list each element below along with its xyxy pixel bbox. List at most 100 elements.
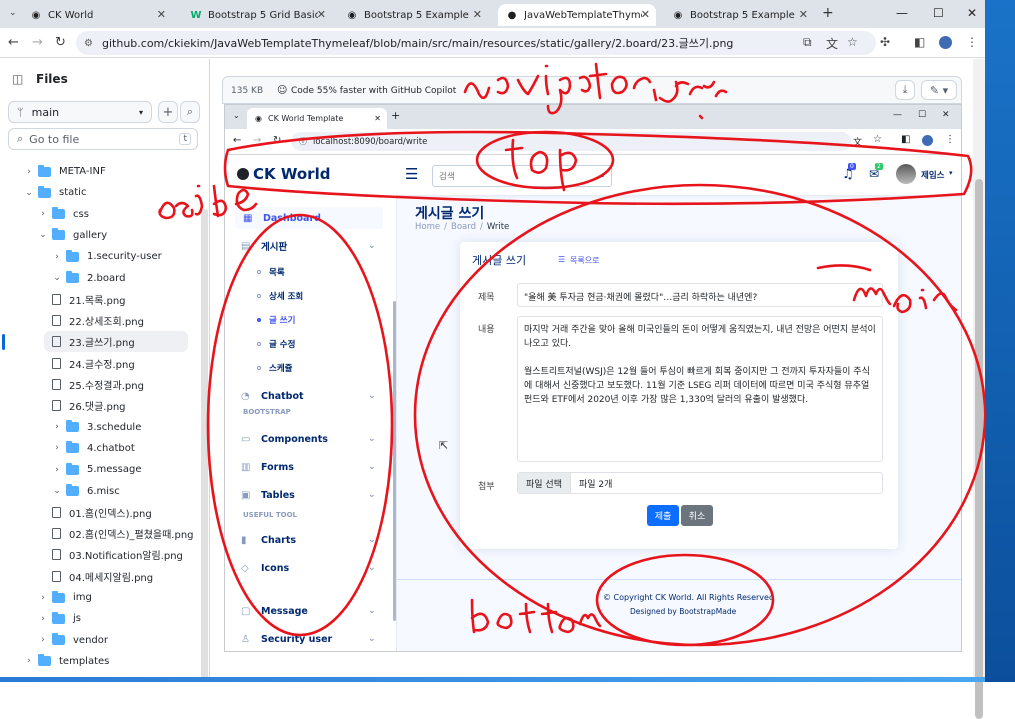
- card-title: 게시글 쓰기: [472, 254, 527, 267]
- tree-folder[interactable]: › 4.chatbot: [0, 438, 196, 459]
- sidebar-item-message[interactable]: ▢ Message ⌄: [241, 600, 376, 622]
- sidebar-item-components[interactable]: ▭ Components ⌄: [241, 428, 376, 450]
- url-field[interactable]: github.com/ckiekim/JavaWebTemplateThymel…: [76, 31, 876, 55]
- close-tab-icon[interactable]: ✕: [157, 8, 166, 21]
- sidebar-subitem[interactable]: 상세 조회: [257, 287, 303, 305]
- folder-icon: [38, 654, 51, 667]
- content-textarea[interactable]: 마지막 거래 주간을 맞아 올해 미국인들의 돈이 어떻게 움직였는지, 내년 …: [517, 316, 883, 462]
- tree-file[interactable]: 26.댓글.png: [0, 395, 196, 416]
- tree-folder[interactable]: › 5.message: [0, 459, 196, 480]
- close-tab-icon[interactable]: ✕: [641, 8, 650, 21]
- add-file-button[interactable]: +: [158, 101, 178, 123]
- sidebar-item-dashboard[interactable]: ▦ Dashboard: [235, 207, 383, 229]
- minimize-icon[interactable]: —: [896, 6, 908, 20]
- tree-file[interactable]: 03.Notification알림.png: [0, 544, 196, 565]
- sidebar-subitem[interactable]: 글 쓰기: [257, 311, 295, 329]
- crumb-home[interactable]: Home: [415, 222, 440, 232]
- browser-tab[interactable]: ◉ Bootstrap 5 Example ✕: [338, 4, 488, 26]
- sidebar-item-icons[interactable]: ◇ Icons ⌄: [241, 557, 376, 579]
- close-window-icon[interactable]: ✕: [967, 6, 977, 20]
- reload-icon[interactable]: ↻: [55, 35, 66, 50]
- user-name[interactable]: 제임스: [921, 169, 944, 181]
- search-files-button[interactable]: ⌕: [180, 101, 200, 123]
- tree-folder[interactable]: › css: [0, 204, 196, 225]
- close-tab-icon[interactable]: ✕: [473, 8, 482, 21]
- page-scroll-thumb[interactable]: [975, 179, 983, 719]
- close-tab-icon[interactable]: ✕: [799, 8, 808, 21]
- tree-folder[interactable]: › vendor: [0, 630, 196, 651]
- tree-file[interactable]: 24.글수정.png: [0, 353, 196, 374]
- user-avatar[interactable]: [896, 164, 916, 184]
- inner-tab-title: CK World Template: [267, 114, 344, 123]
- notification-badge: 0: [848, 163, 856, 170]
- sidebar-scroll-thumb[interactable]: [393, 301, 396, 621]
- browser-tab[interactable]: ◉ CK World ✕: [22, 4, 172, 26]
- forward-icon[interactable]: →: [32, 35, 43, 50]
- profile-avatar-icon[interactable]: [939, 36, 952, 49]
- tree-folder[interactable]: ⌄ gallery: [0, 225, 196, 246]
- tree-file[interactable]: 22.상세조회.png: [0, 310, 196, 331]
- toggle-sidebar-icon[interactable]: ☰: [405, 165, 418, 183]
- edit-button[interactable]: ✎ ▾: [921, 80, 957, 100]
- content-paragraph-2: 월스트리트저널(WSJ)은 12월 들어 투심이 빠르게 회복 중이지만 그 전…: [524, 367, 870, 405]
- site-info-icon[interactable]: ⚙: [84, 38, 93, 49]
- browser-tab[interactable]: ◉ Bootstrap 5 Example ✕: [664, 4, 814, 26]
- file-input[interactable]: 파일 선택 파일 2개: [517, 472, 883, 494]
- submit-button[interactable]: 제출: [647, 505, 679, 526]
- menu-kebab-icon[interactable]: ⋮: [966, 35, 978, 49]
- go-to-file-input[interactable]: ⌕ Go to file t: [8, 128, 198, 150]
- tree-folder[interactable]: › js: [0, 608, 196, 629]
- footer-copyright: © Copyright CK World. All Rights Reserve…: [603, 593, 775, 602]
- page-scrollbar[interactable]: [973, 59, 985, 719]
- close-tab-icon[interactable]: ✕: [317, 8, 326, 21]
- tree-file[interactable]: 21.목록.png: [0, 289, 196, 310]
- branch-select[interactable]: ᛘ main ▾: [8, 101, 152, 123]
- sidebar-item-security-user[interactable]: ♙ Security user ⌄: [241, 628, 376, 650]
- extensions-icon[interactable]: ✣: [880, 35, 890, 49]
- sidebar-item-tables[interactable]: ▣ Tables ⌄: [241, 484, 376, 506]
- sidebar-item-chatbot[interactable]: ◔ Chatbot ⌄: [241, 385, 376, 407]
- copilot-promo[interactable]: Code 55% faster with GitHub Copilot: [291, 86, 456, 96]
- sidebar-item-board[interactable]: ▤ 게시판 ⌄: [241, 235, 376, 257]
- tree-file[interactable]: 25.수정결과.png: [0, 374, 196, 395]
- choose-file-button[interactable]: 파일 선택: [518, 473, 571, 493]
- brand-name[interactable]: CK World: [253, 165, 330, 183]
- bookmark-star-icon[interactable]: ☆: [847, 35, 858, 49]
- sidebar-subitem[interactable]: 목록: [257, 263, 285, 281]
- tree-label: 2.board: [87, 272, 126, 284]
- search-input[interactable]: 검색 ⌕: [432, 165, 612, 187]
- back-to-list-link[interactable]: 목록으로: [570, 255, 599, 266]
- crumb-board[interactable]: Board: [451, 222, 476, 232]
- tree-folder[interactable]: ⌄ static: [0, 182, 196, 203]
- tree-file[interactable]: 04.메세지알림.png: [0, 566, 196, 587]
- tree-file[interactable]: 23.글쓰기.png: [44, 331, 188, 353]
- sidebar-item-charts[interactable]: ▮ Charts ⌄: [241, 529, 376, 551]
- tree-folder[interactable]: ⌄ 2.board: [0, 268, 196, 289]
- collapse-sidebar-icon[interactable]: ◫: [12, 72, 23, 86]
- side-panel-icon[interactable]: ◧: [914, 35, 925, 49]
- maximize-icon[interactable]: ☐: [933, 6, 944, 20]
- download-button[interactable]: ⤓: [895, 80, 915, 100]
- cast-icon[interactable]: ⧉: [803, 35, 812, 50]
- tab-search-icon[interactable]: ⌄: [9, 8, 17, 18]
- sidebar-scrollbar[interactable]: [201, 209, 208, 679]
- sidebar-item-forms[interactable]: ▥ Forms ⌄: [241, 456, 376, 478]
- tree-folder[interactable]: › templates: [0, 651, 196, 672]
- tree-folder[interactable]: › 1.security-user: [0, 246, 196, 267]
- sidebar-subitem[interactable]: 스케쥴: [257, 359, 292, 377]
- back-icon[interactable]: ←: [8, 35, 19, 50]
- tree-folder[interactable]: › img: [0, 587, 196, 608]
- browser-tab[interactable]: W Bootstrap 5 Grid Basic ✕: [182, 4, 332, 26]
- translate-icon[interactable]: 文: [826, 35, 838, 52]
- user-dropdown-icon[interactable]: ▾: [949, 169, 953, 177]
- tree-file[interactable]: 02.홈(인덱스)_펼쳤을때.png: [0, 523, 196, 544]
- browser-tab[interactable]: ● JavaWebTemplateThymeleaf/s✕: [498, 4, 656, 26]
- cancel-button[interactable]: 취소: [681, 505, 713, 526]
- new-tab-button[interactable]: +: [822, 5, 834, 21]
- tree-folder[interactable]: › META-INF: [0, 161, 196, 182]
- sidebar-subitem[interactable]: 글 수정: [257, 335, 295, 353]
- tree-folder[interactable]: › 3.schedule: [0, 417, 196, 438]
- tree-folder[interactable]: ⌄ 6.misc: [0, 481, 196, 502]
- tree-file[interactable]: 01.홈(인덱스).png: [0, 502, 196, 523]
- title-input[interactable]: "올해 美 투자금 현금·채권에 몰렸다"…금리 하락하는 내년엔?: [517, 283, 883, 307]
